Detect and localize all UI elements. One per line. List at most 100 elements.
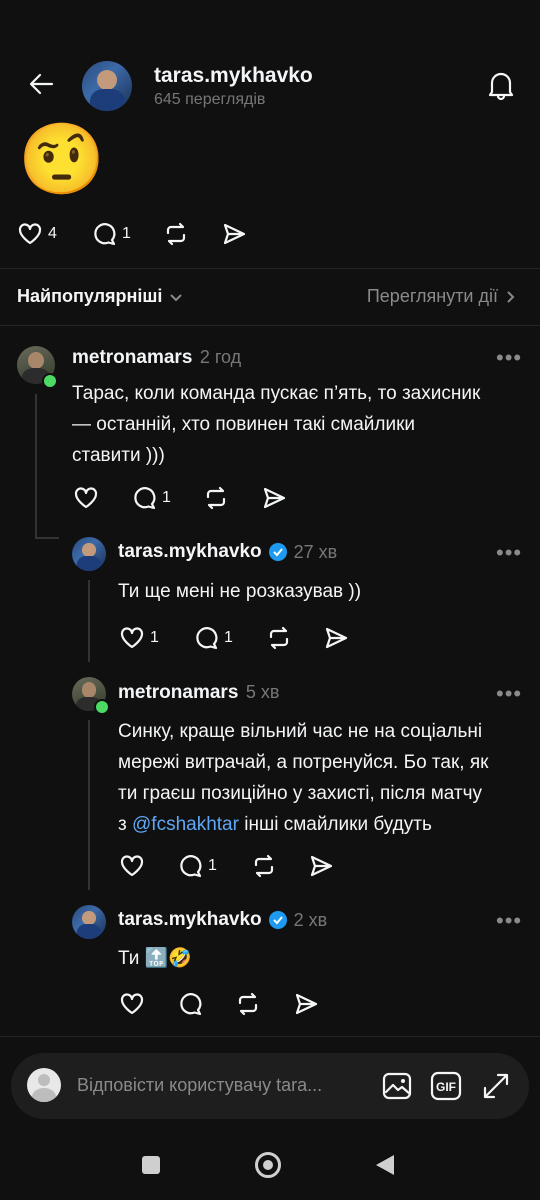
comment-time: 5 хв — [245, 682, 280, 702]
chevron-right-icon — [507, 290, 515, 303]
heart-icon — [120, 855, 144, 877]
nav-home-button[interactable] — [255, 1152, 281, 1178]
comment-text: Ти ще мені не розказував )) — [118, 581, 362, 602]
comment-text: Ти 🔝🤣 — [118, 948, 192, 969]
comment-line: Тарас, коли команда пускає п’ять, то зах… — [72, 383, 481, 404]
thread-line — [35, 394, 37, 539]
comment-line: мережі витрачай, а потренуйся. Бо так, я… — [118, 752, 489, 773]
repost-button[interactable] — [234, 990, 262, 1018]
svg-text:GIF: GIF — [436, 1080, 456, 1094]
nav-recents-button[interactable] — [142, 1156, 160, 1174]
like-count: 1 — [150, 629, 159, 646]
heart-icon — [120, 627, 144, 649]
reply-count: 1 — [208, 857, 217, 874]
online-indicator — [42, 373, 58, 389]
repost-icon — [254, 854, 274, 878]
verified-badge-icon — [268, 911, 287, 929]
view-activity-label: Переглянути дії — [366, 286, 498, 306]
comment-line: ставити ))) — [72, 445, 165, 466]
repost-button[interactable] — [265, 624, 293, 652]
like-button[interactable]: 1 — [118, 624, 159, 652]
view-count: 645 переглядів — [154, 91, 266, 108]
notification-bell-button[interactable] — [484, 68, 518, 102]
reply-button[interactable] — [176, 990, 204, 1018]
online-indicator — [94, 699, 110, 715]
thread-line — [35, 537, 59, 539]
comment-time: 27 хв — [293, 541, 338, 562]
repost-icon — [238, 992, 258, 1016]
reply-button[interactable]: 1 — [130, 484, 171, 512]
more-options-button[interactable]: ••• — [496, 908, 522, 934]
more-options-button[interactable]: ••• — [496, 540, 522, 566]
view-activity-link[interactable]: Переглянути дії — [367, 286, 518, 307]
verified-badge-icon — [268, 543, 287, 561]
comment-line: ти граєш позиційно у захисті, після матч… — [118, 783, 483, 804]
share-button[interactable] — [307, 852, 335, 880]
sort-dropdown[interactable]: Найпопулярніші — [17, 286, 184, 307]
divider — [0, 268, 540, 269]
expand-button[interactable] — [480, 1070, 512, 1102]
gif-icon: GIF — [430, 1071, 462, 1101]
comment-username[interactable]: metronamars — [118, 682, 238, 703]
repost-button[interactable] — [202, 484, 230, 512]
comment-avatar[interactable] — [72, 905, 106, 939]
gif-button[interactable]: GIF — [430, 1070, 462, 1102]
post-comment-button[interactable]: 1 — [90, 220, 131, 248]
heart-icon — [74, 487, 98, 509]
nav-back-button[interactable] — [374, 1153, 396, 1177]
user-silhouette-icon — [38, 1074, 50, 1086]
share-button[interactable] — [322, 624, 350, 652]
comment-icon — [180, 855, 202, 878]
mention-link[interactable]: @fcshakhtar — [132, 814, 239, 835]
comment-time: 2 год — [199, 347, 242, 367]
share-button[interactable] — [260, 484, 288, 512]
chevron-down-icon — [170, 293, 183, 301]
comment-username[interactable]: taras.mykhavko — [118, 909, 262, 931]
post-emoji: 🤨 — [18, 120, 106, 198]
reply-avatar — [27, 1068, 61, 1102]
more-options-button[interactable]: ••• — [496, 681, 522, 707]
like-button[interactable] — [72, 484, 100, 512]
repost-button[interactable] — [250, 852, 278, 880]
post-like-button[interactable]: 4 — [16, 220, 57, 248]
home-dot-icon — [263, 1160, 273, 1170]
post-comment-count: 1 — [122, 225, 131, 242]
expand-icon — [483, 1073, 509, 1099]
header-username[interactable]: taras.mykhavko — [154, 64, 313, 88]
comment-avatar[interactable] — [72, 537, 106, 571]
repost-icon — [166, 222, 186, 246]
repost-icon — [206, 486, 226, 510]
comment-username[interactable]: taras.mykhavko — [118, 541, 262, 563]
comment-icon — [196, 627, 218, 650]
comment-time: 2 хв — [293, 909, 328, 930]
comment-line: Синку, краще вільний час не на соціальні — [118, 721, 483, 742]
back-button[interactable] — [26, 68, 58, 100]
reply-input[interactable]: Відповісти користувачу tara... — [77, 1075, 367, 1096]
thread-line — [88, 720, 90, 890]
reply-count: 1 — [224, 629, 233, 646]
like-button[interactable] — [118, 990, 146, 1018]
comment-username[interactable]: metronamars — [72, 347, 192, 368]
more-options-button[interactable]: ••• — [496, 345, 522, 371]
repost-icon — [269, 626, 289, 650]
image-attach-button[interactable] — [381, 1070, 413, 1102]
reply-count: 1 — [162, 489, 171, 506]
reply-button[interactable]: 1 — [176, 852, 217, 880]
like-button[interactable] — [118, 852, 146, 880]
send-icon — [295, 993, 318, 1015]
comment-line: з @fcshakhtar інші смайлики будуть — [118, 814, 432, 835]
share-button[interactable] — [292, 990, 320, 1018]
reply-button[interactable]: 1 — [192, 624, 233, 652]
post-share-button[interactable] — [220, 220, 248, 248]
image-icon — [382, 1072, 412, 1100]
heart-icon — [18, 223, 42, 245]
send-icon — [310, 855, 333, 877]
send-icon — [223, 223, 246, 245]
triangle-back-icon — [376, 1155, 394, 1175]
header-avatar[interactable] — [82, 61, 132, 111]
heart-icon — [120, 993, 144, 1015]
post-repost-button[interactable] — [162, 220, 190, 248]
comment-icon — [94, 223, 116, 246]
bell-icon — [488, 72, 514, 101]
comment-line: — останній, хто повинен такі смайлики — [72, 414, 416, 435]
